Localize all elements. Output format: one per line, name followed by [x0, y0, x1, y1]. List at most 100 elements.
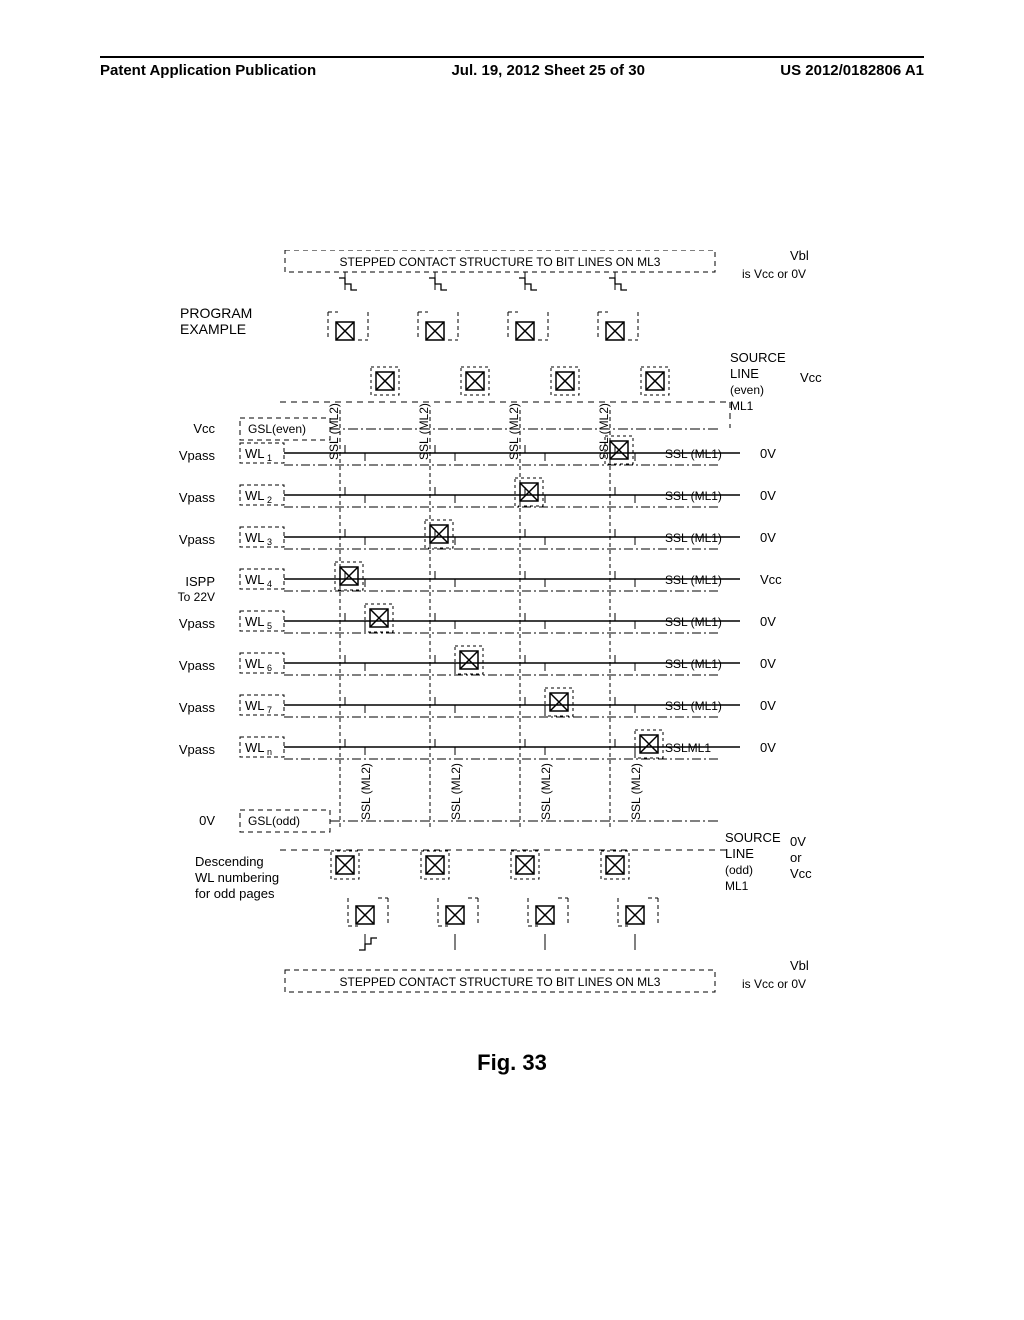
wl-vleft: Vpass [179, 490, 216, 505]
top-stairs [339, 272, 627, 290]
wl-label: WL [245, 572, 265, 587]
bottom-bl-contacts [348, 898, 658, 926]
wl-vleft: Vpass [179, 448, 216, 463]
wl-contact [515, 478, 543, 506]
ssl-vr: 0V [760, 488, 776, 503]
gsl-even-v: Vcc [193, 421, 215, 436]
ssl-ml1-label: SSL (ML1) [665, 573, 722, 587]
figure-33: STEPPED CONTACT STRUCTURE TO BIT LINES O… [80, 250, 940, 1070]
src-odd-v3: Vcc [790, 866, 812, 881]
wl-label: WL [245, 740, 265, 755]
wl-vleft: Vpass [179, 658, 216, 673]
top-bl-contacts [328, 312, 638, 340]
ssl-ml2-b4: SSL (ML2) [629, 763, 643, 820]
wl-vleft: Vpass [179, 616, 216, 631]
gsl-odd-v: 0V [199, 813, 215, 828]
vbl-bot-1: Vbl [790, 958, 809, 973]
wl-vleft: Vpass [179, 700, 216, 715]
src-odd-title2: LINE [725, 846, 754, 861]
ssl-ml2-v3: SSL (ML2) [507, 403, 521, 460]
ssl-vr: 0V [760, 614, 776, 629]
wl-sub: n [267, 747, 272, 757]
wl-sub: 3 [267, 537, 272, 547]
figure-caption: Fig. 33 [0, 1050, 1024, 1076]
wl-sub: 6 [267, 663, 272, 673]
wl-contact [455, 646, 483, 674]
src-even-sub1: (even) [730, 383, 764, 397]
src-even-title2: LINE [730, 366, 759, 381]
src-odd-sub1: (odd) [725, 863, 753, 877]
ssl-ml1-label: SSL (ML1) [665, 489, 722, 503]
header-right: US 2012/0182806 A1 [780, 62, 924, 79]
wl-vleft: Vpass [179, 532, 216, 547]
ssl-ml1-label: SSL (ML1) [665, 699, 722, 713]
wl-vleft: Vpass [179, 742, 216, 757]
header-center: Jul. 19, 2012 Sheet 25 of 30 [451, 62, 644, 79]
ssl-ml2-v4: SSL (ML2) [597, 403, 611, 460]
header-left: Patent Application Publication [100, 62, 316, 79]
wl-label: WL [245, 446, 265, 461]
ssl-vr: 0V [760, 656, 776, 671]
program-l2: EXAMPLE [180, 321, 246, 337]
src-even-sub2: ML1 [730, 399, 754, 413]
ssl-vr: 0V [760, 530, 776, 545]
ssl-ml2-b3: SSL (ML2) [539, 763, 553, 820]
gsl-even-label: GSL(even) [248, 422, 306, 436]
src-odd-sub2: ML1 [725, 879, 749, 893]
ssl-ml1-label: SSL (ML1) [665, 615, 722, 629]
ssl-vr: 0V [760, 740, 776, 755]
wl-row-6: Vpass WL6 SSL (ML1) 0V [179, 646, 776, 675]
ssl-ml2-b1: SSL (ML2) [359, 763, 373, 820]
wl-sub: 1 [267, 453, 272, 463]
ssl-ml1-label: SSL (ML1) [665, 531, 722, 545]
bottom-stairs [359, 934, 635, 950]
ssl-vr: 0V [760, 698, 776, 713]
vbl-top-2: is Vcc or 0V [742, 267, 806, 281]
wl-row-3: Vpass WL3 SSL (ML1) 0V [179, 520, 776, 549]
stepped-top-bar: STEPPED CONTACT STRUCTURE TO BIT LINES O… [285, 250, 809, 281]
wl-contact [425, 520, 453, 548]
ssl-ml2-v2: SSL (ML2) [417, 403, 431, 460]
wl-label: WL [245, 698, 265, 713]
wl-label: WL [245, 656, 265, 671]
ssl-ml2-v1: SSL (ML2) [327, 403, 341, 460]
source-even-contacts [280, 367, 730, 428]
ssl-ml1-label: SSL (ML1) [665, 657, 722, 671]
wl-row-5: Vpass WL5 SSL (ML1) 0V [179, 604, 776, 633]
wl-sub: 7 [267, 705, 272, 715]
ssl-ml1-label: SSL (ML1) [665, 447, 722, 461]
wl-contact [365, 604, 393, 632]
ssl-ml1-label: SSLML1 [665, 741, 711, 755]
desc-l2: WL numbering [195, 870, 279, 885]
stepped-bottom-bar: STEPPED CONTACT STRUCTURE TO BIT LINES O… [285, 958, 809, 992]
wl-row-2: Vpass WL2 SSL (ML1) 0V [179, 478, 776, 507]
wl-sub: 2 [267, 495, 272, 505]
wl-contact [635, 730, 663, 758]
vbl-bot-2: is Vcc or 0V [742, 977, 806, 991]
wl-vleft2: To 22V [178, 590, 215, 604]
stepped-top-text: STEPPED CONTACT STRUCTURE TO BIT LINES O… [340, 255, 661, 269]
wl-row-n: Vpass WLn SSLML1 0V [179, 730, 776, 759]
desc-l3: for odd pages [195, 886, 275, 901]
src-odd-v1: 0V [790, 834, 806, 849]
src-odd-title: SOURCE [725, 830, 781, 845]
ssl-vr: Vcc [760, 572, 782, 587]
program-l1: PROGRAM [180, 305, 252, 321]
wl-label: WL [245, 488, 265, 503]
wl-row-7: Vpass WL7 SSL (ML1) 0V [179, 688, 776, 717]
wl-label: WL [245, 614, 265, 629]
wl-label: WL [245, 530, 265, 545]
src-odd-v2: or [790, 850, 802, 865]
src-even-v: Vcc [800, 370, 822, 385]
wl-sub: 4 [267, 579, 272, 589]
gsl-even-row: Vcc GSL(even) [193, 418, 720, 440]
wl-sub: 5 [267, 621, 272, 631]
vbl-top-1: Vbl [790, 250, 809, 263]
wl-row-4: ISPPTo 22V WL4 SSL (ML1) Vcc [178, 562, 783, 604]
src-even-title: SOURCE [730, 350, 786, 365]
wl-contact [335, 562, 363, 590]
desc-l1: Descending [195, 854, 264, 869]
stepped-bottom-text: STEPPED CONTACT STRUCTURE TO BIT LINES O… [340, 975, 661, 989]
page-header: Patent Application Publication Jul. 19, … [100, 56, 924, 79]
wl-vleft: ISPP [185, 574, 215, 589]
